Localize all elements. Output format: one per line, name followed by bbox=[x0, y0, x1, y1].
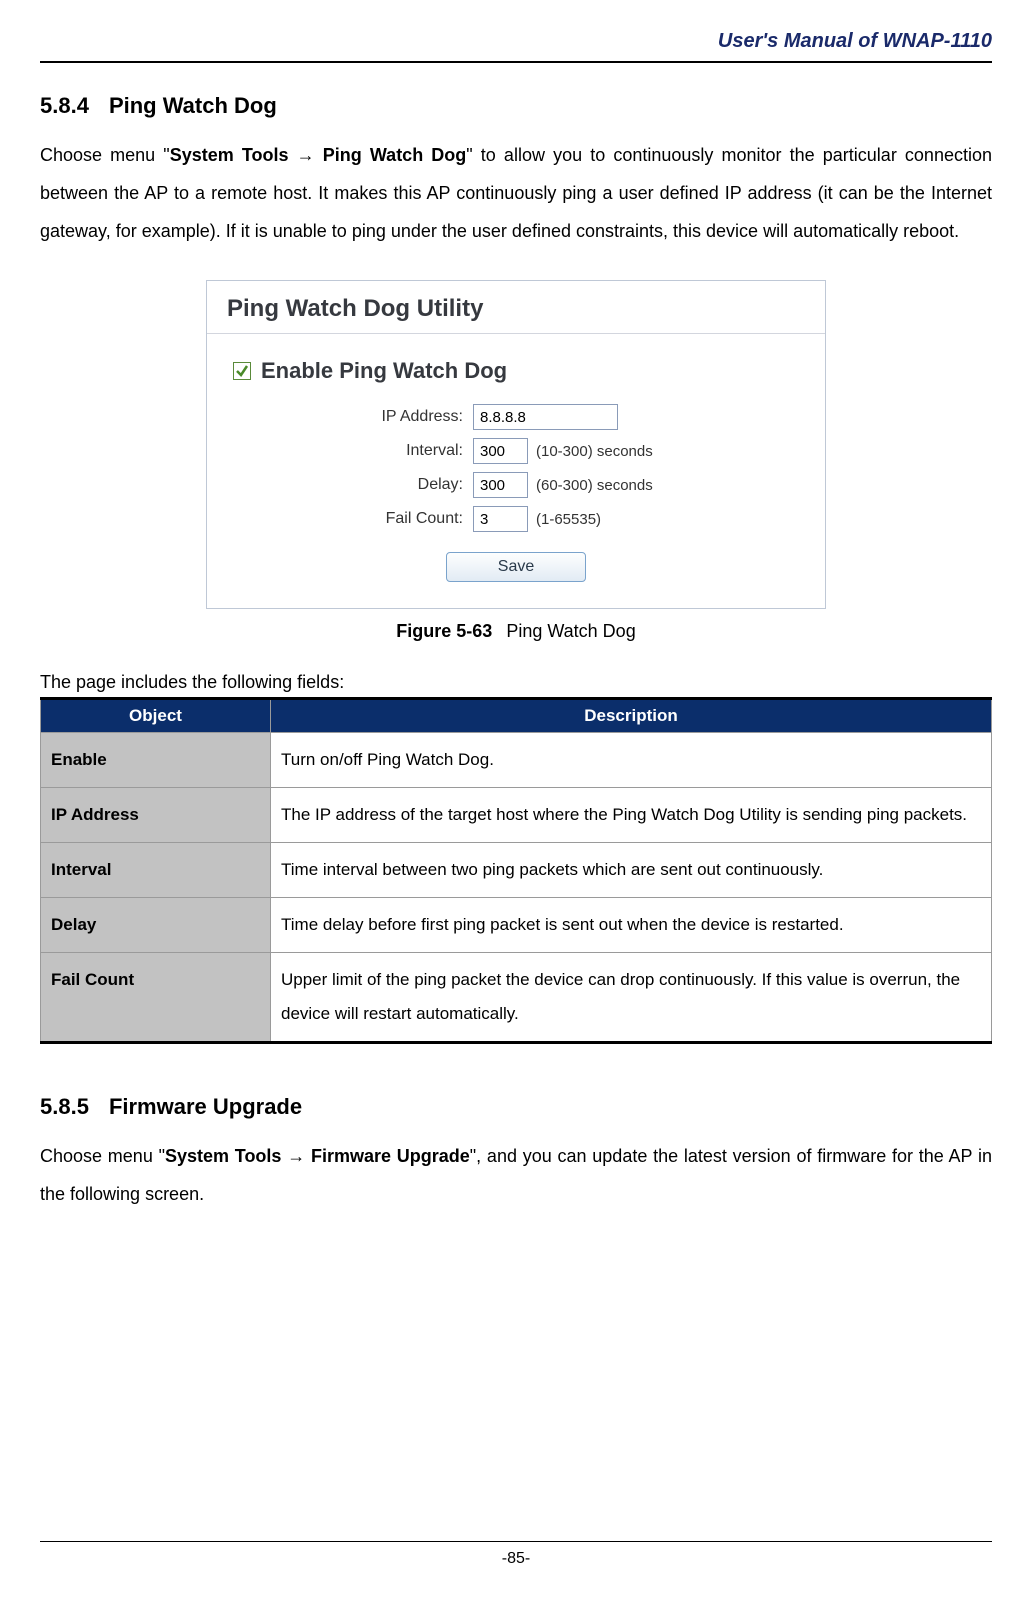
footer-divider bbox=[40, 1541, 992, 1542]
cell-description: The IP address of the target host where … bbox=[271, 788, 992, 843]
table-row: Interval Time interval between two ping … bbox=[41, 843, 992, 898]
cell-description: Time interval between two ping packets w… bbox=[271, 843, 992, 898]
fields-intro: The page includes the following fields: bbox=[40, 672, 992, 693]
cell-description: Time delay before first ping packet is s… bbox=[271, 898, 992, 953]
form-rows: IP Address: Interval: (10-300) seconds D… bbox=[233, 404, 799, 532]
section-number: 5.8.5 bbox=[40, 1094, 89, 1119]
failcount-label: Fail Count: bbox=[353, 510, 473, 528]
row-failcount: Fail Count: (1-65535) bbox=[353, 506, 799, 532]
ping-watchdog-panel: Ping Watch Dog Utility Enable Ping Watch… bbox=[206, 280, 826, 609]
cell-object: Fail Count bbox=[41, 953, 271, 1043]
delay-label: Delay: bbox=[353, 476, 473, 494]
cell-object: Enable bbox=[41, 733, 271, 788]
figure-caption: Figure 5-63 Ping Watch Dog bbox=[40, 621, 992, 642]
delay-input[interactable] bbox=[473, 472, 528, 498]
page-number: -85- bbox=[502, 1550, 530, 1567]
interval-suffix: (10-300) seconds bbox=[536, 443, 653, 460]
caption-bold: Figure 5-63 bbox=[396, 621, 492, 641]
section1-paragraph: Choose menu "System Tools → Ping Watch D… bbox=[40, 137, 992, 250]
section-heading-firmware: 5.8.5 Firmware Upgrade bbox=[40, 1094, 992, 1120]
page-footer: -85- bbox=[0, 1541, 1032, 1568]
row-ip: IP Address: bbox=[353, 404, 799, 430]
table-row: Enable Turn on/off Ping Watch Dog. bbox=[41, 733, 992, 788]
cell-object: Delay bbox=[41, 898, 271, 953]
intro-pre: Choose menu " bbox=[40, 145, 170, 165]
panel-body: Enable Ping Watch Dog IP Address: Interv… bbox=[207, 338, 825, 608]
th-object: Object bbox=[41, 699, 271, 733]
row-delay: Delay: (60-300) seconds bbox=[353, 472, 799, 498]
checkmark-icon bbox=[235, 364, 249, 378]
cell-description: Upper limit of the ping packet the devic… bbox=[271, 953, 992, 1043]
table-row: Delay Time delay before first ping packe… bbox=[41, 898, 992, 953]
cell-description: Turn on/off Ping Watch Dog. bbox=[271, 733, 992, 788]
failcount-input[interactable] bbox=[473, 506, 528, 532]
header-divider bbox=[40, 61, 992, 63]
ip-label: IP Address: bbox=[353, 408, 473, 426]
intro-bold: System Tools → Firmware Upgrade bbox=[165, 1146, 470, 1166]
caption-text: Ping Watch Dog bbox=[506, 621, 635, 641]
section-title: Firmware Upgrade bbox=[109, 1094, 302, 1119]
figure-container: Ping Watch Dog Utility Enable Ping Watch… bbox=[40, 280, 992, 609]
interval-input[interactable] bbox=[473, 438, 528, 464]
interval-label: Interval: bbox=[353, 442, 473, 460]
save-row: Save bbox=[233, 552, 799, 582]
enable-label: Enable Ping Watch Dog bbox=[261, 358, 507, 384]
ip-input[interactable] bbox=[473, 404, 618, 430]
cell-object: Interval bbox=[41, 843, 271, 898]
section2-paragraph: Choose menu "System Tools → Firmware Upg… bbox=[40, 1138, 992, 1214]
cell-object: IP Address bbox=[41, 788, 271, 843]
failcount-suffix: (1-65535) bbox=[536, 511, 601, 528]
th-description: Description bbox=[271, 699, 992, 733]
fields-table: Object Description Enable Turn on/off Pi… bbox=[40, 697, 992, 1044]
save-button[interactable]: Save bbox=[446, 552, 586, 582]
enable-checkbox[interactable] bbox=[233, 362, 251, 380]
enable-row: Enable Ping Watch Dog bbox=[233, 358, 799, 384]
table-row: Fail Count Upper limit of the ping packe… bbox=[41, 953, 992, 1043]
section-heading-ping: 5.8.4 Ping Watch Dog bbox=[40, 93, 992, 119]
table-row: IP Address The IP address of the target … bbox=[41, 788, 992, 843]
section-number: 5.8.4 bbox=[40, 93, 89, 118]
intro-bold: System Tools → Ping Watch Dog bbox=[170, 145, 467, 165]
intro-pre: Choose menu " bbox=[40, 1146, 165, 1166]
panel-title: Ping Watch Dog Utility bbox=[207, 281, 825, 334]
section-title: Ping Watch Dog bbox=[109, 93, 277, 118]
delay-suffix: (60-300) seconds bbox=[536, 477, 653, 494]
row-interval: Interval: (10-300) seconds bbox=[353, 438, 799, 464]
doc-header-title: User's Manual of WNAP-1110 bbox=[40, 30, 992, 53]
